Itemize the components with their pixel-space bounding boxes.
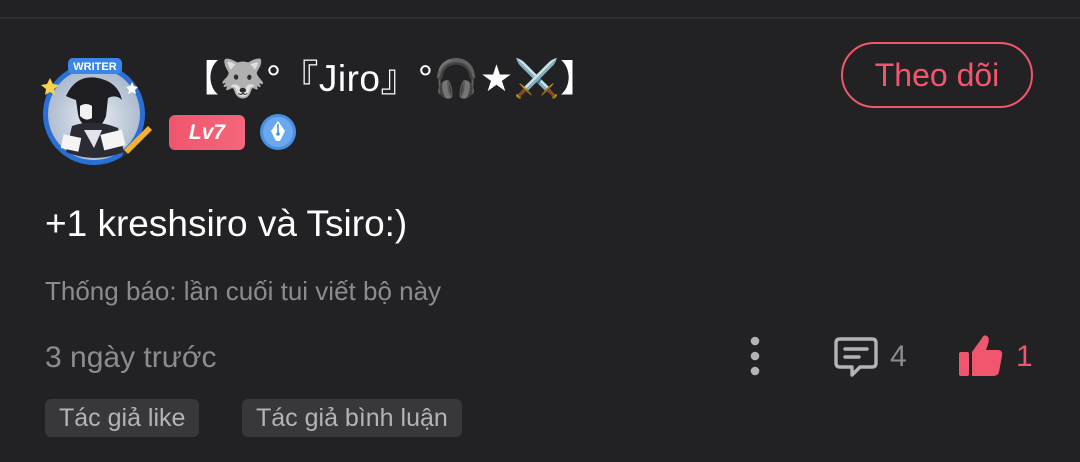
post-subtitle[interactable]: Thống báo: lần cuối tui viết bộ này <box>45 272 441 310</box>
post-title[interactable]: +1 kreshsiro và Tsiro:) <box>45 198 407 250</box>
svg-text:WRITER: WRITER <box>73 61 116 73</box>
post-timestamp: 3 ngày trước <box>45 341 217 374</box>
follow-button[interactable]: Theo dõi <box>841 42 1033 108</box>
tag-author-like[interactable]: Tác giả like <box>45 399 200 437</box>
comment-count: 4 <box>890 340 907 373</box>
avatar[interactable]: WRITER <box>36 56 154 168</box>
username[interactable]: 【🐺°『Jiro』°🎧★⚔️】 <box>182 54 598 104</box>
comment-icon <box>834 337 878 377</box>
thumbs-up-icon <box>959 335 1003 376</box>
like-count: 1 <box>1016 340 1033 373</box>
top-divider <box>0 17 1080 19</box>
pen-badge-icon <box>260 114 296 150</box>
tag-author-comment[interactable]: Tác giả bình luận <box>242 399 462 437</box>
comment-button[interactable]: 4 <box>832 333 922 381</box>
level-badge: Lv7 <box>169 115 245 150</box>
post-card: WRITER 【🐺°『Jiro』°🎧★⚔️】 Lv7 Theo dõi +1 k… <box>0 0 1080 462</box>
more-vertical-icon[interactable] <box>738 334 772 378</box>
like-button[interactable]: 1 <box>956 330 1046 382</box>
